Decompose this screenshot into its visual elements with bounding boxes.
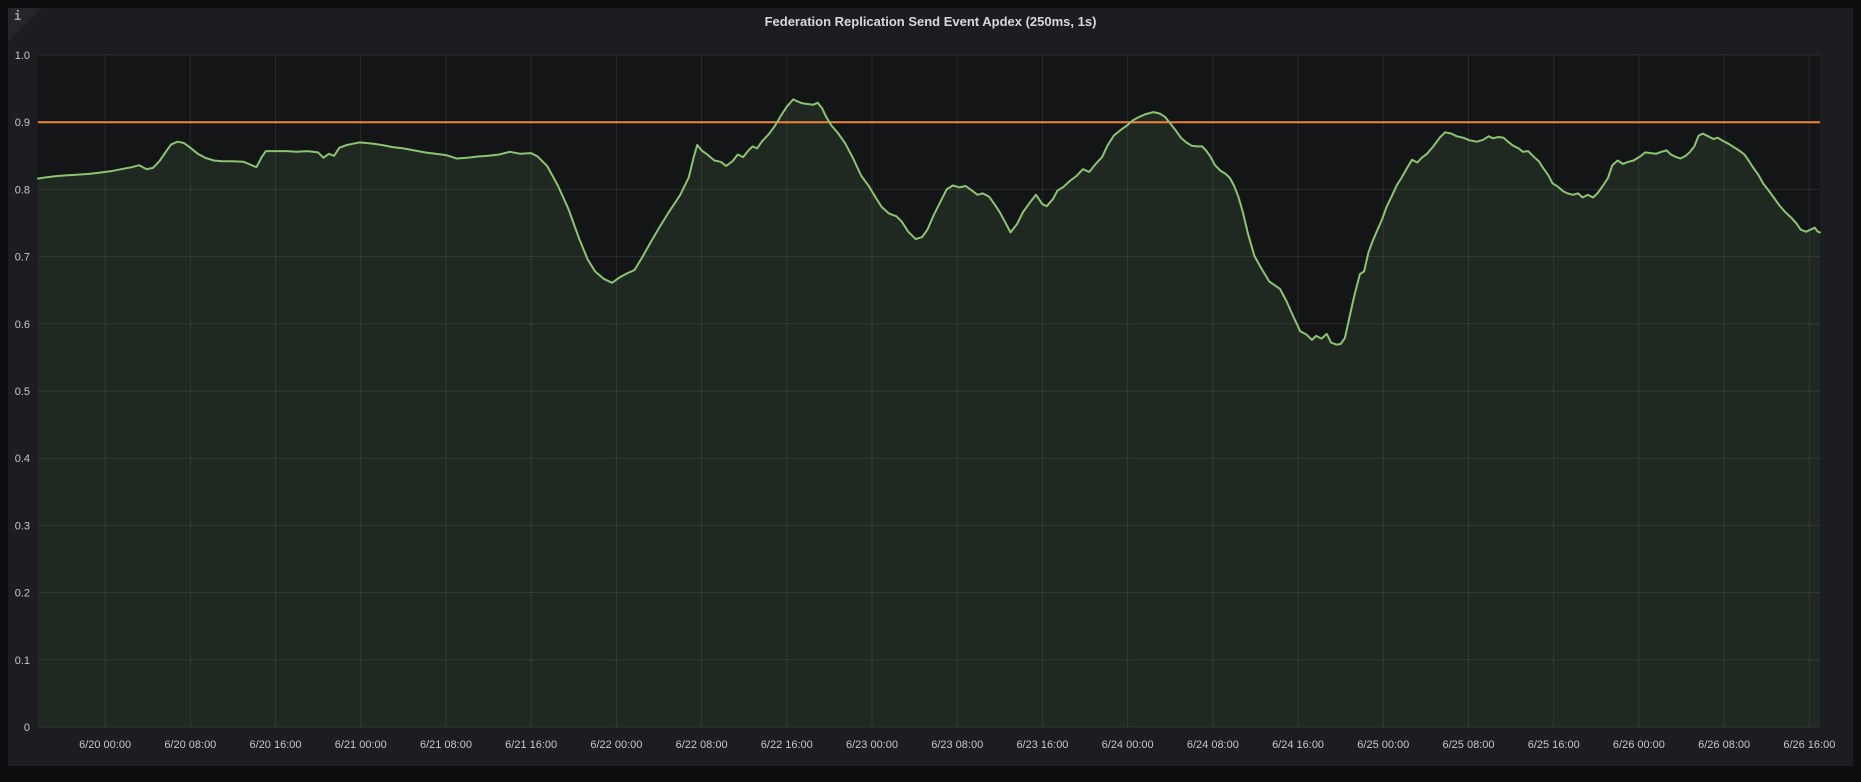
- y-tick-label: 0.4: [15, 453, 30, 465]
- y-tick-label: 0.8: [15, 184, 30, 196]
- x-tick-label: 6/25 16:00: [1528, 739, 1580, 751]
- x-tick-label: 6/24 08:00: [1187, 739, 1239, 751]
- y-tick-label: 0.9: [15, 117, 30, 129]
- x-axis: 6/20 00:00 6/20 08:00 6/20 16:00 6/21 00:00…: [79, 739, 1835, 751]
- y-tick-label: 0: [24, 722, 30, 734]
- y-axis: 0 0.1 0.2 0.3 0.4 0.5 0.6 0.7 0.8 0.9 1.0: [15, 50, 30, 734]
- x-tick-label: 6/23 08:00: [931, 739, 983, 751]
- x-tick-label: 6/23 16:00: [1016, 739, 1068, 751]
- x-tick-label: 6/26 08:00: [1698, 739, 1750, 751]
- x-tick-label: 6/23 00:00: [846, 739, 898, 751]
- x-tick-label: 6/22 08:00: [676, 739, 728, 751]
- x-tick-label: 6/24 00:00: [1102, 739, 1154, 751]
- y-tick-label: 0.2: [15, 588, 30, 600]
- x-tick-label: 6/21 08:00: [420, 739, 472, 751]
- x-tick-label: 6/25 00:00: [1357, 739, 1409, 751]
- timeseries-chart[interactable]: 0 0.1 0.2 0.3 0.4 0.5 0.6 0.7 0.8 0.9 1.0 6/20 00:0…: [0, 0, 1861, 782]
- x-tick-label: 6/26 00:00: [1613, 739, 1665, 751]
- x-tick-label: 6/20 16:00: [250, 739, 302, 751]
- y-tick-label: 0.3: [15, 520, 30, 532]
- x-tick-label: 6/20 00:00: [79, 739, 131, 751]
- x-tick-label: 6/20 08:00: [164, 739, 216, 751]
- y-tick-label: 0.7: [15, 252, 30, 264]
- x-tick-label: 6/26 16:00: [1783, 739, 1835, 751]
- x-tick-label: 6/22 16:00: [761, 739, 813, 751]
- x-tick-label: 6/22 00:00: [590, 739, 642, 751]
- page-background: i Federation Replication Send Event Apde…: [0, 0, 1861, 782]
- y-tick-label: 0.5: [15, 386, 30, 398]
- y-tick-label: 1.0: [15, 50, 30, 62]
- x-tick-label: 6/21 16:00: [505, 739, 557, 751]
- x-tick-label: 6/25 08:00: [1442, 739, 1494, 751]
- y-tick-label: 0.6: [15, 319, 30, 331]
- x-tick-label: 6/21 00:00: [335, 739, 387, 751]
- y-tick-label: 0.1: [15, 655, 30, 667]
- x-tick-label: 6/24 16:00: [1272, 739, 1324, 751]
